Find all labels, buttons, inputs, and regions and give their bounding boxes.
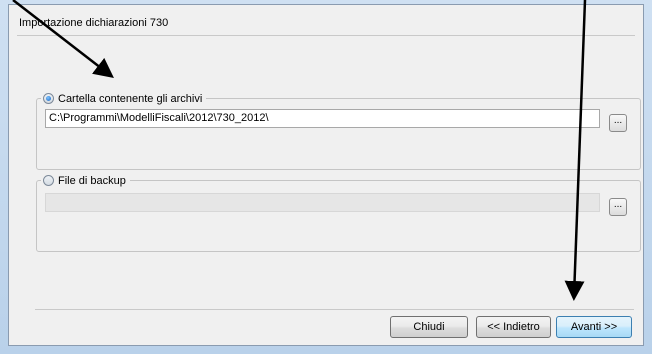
backup-path-input[interactable] (45, 193, 600, 212)
dialog: Importazione dichiarazioni 730 Cartella … (8, 4, 644, 346)
close-button[interactable]: Chiudi (390, 316, 468, 338)
archives-group: Cartella contenente gli archivi C:\Progr… (36, 91, 641, 170)
back-button[interactable]: << Indietro (476, 316, 551, 338)
window-frame: Importazione dichiarazioni 730 Cartella … (0, 0, 652, 354)
archives-label: Cartella contenente gli archivi (58, 92, 203, 105)
backup-group: File di backup ... (36, 173, 641, 252)
footer-divider (35, 309, 634, 310)
archives-browse-button[interactable]: ... (609, 114, 627, 132)
archives-path-input[interactable]: C:\Programmi\ModelliFiscali\2012\730_201… (45, 109, 600, 128)
archives-radio[interactable] (43, 93, 54, 104)
backup-browse-button[interactable]: ... (609, 198, 627, 216)
backup-radio[interactable] (43, 175, 54, 186)
archives-option[interactable]: Cartella contenente gli archivi (41, 91, 207, 106)
title-divider (17, 35, 635, 36)
window-title: Importazione dichiarazioni 730 (19, 17, 169, 29)
backup-option[interactable]: File di backup (41, 173, 130, 188)
backup-label: File di backup (58, 174, 126, 187)
next-button[interactable]: Avanti >> (556, 316, 632, 338)
